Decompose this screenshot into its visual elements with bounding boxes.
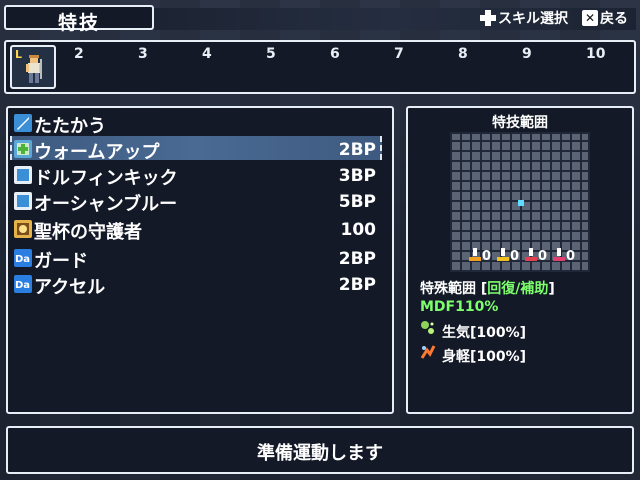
party-slot-number[interactable]: 4 — [202, 46, 212, 62]
skill-name: ガード — [34, 251, 88, 272]
skill-item-accel[interactable]: Da アクセル 2BP — [10, 273, 376, 298]
stat-value: 0 — [566, 249, 576, 264]
back-hint[interactable]: ✕ 戻る — [582, 8, 628, 28]
dpad-icon — [480, 10, 496, 26]
stat-value: 0 — [538, 249, 548, 264]
skill-name: ドルフィンキック — [34, 168, 178, 189]
party-slot-number[interactable]: 6 — [330, 46, 340, 62]
skill-item-dolphin-kick[interactable]: ドルフィンキック 3BP — [10, 164, 376, 189]
party-slot-1[interactable]: L — [10, 45, 56, 89]
atk-up-icon — [469, 248, 481, 261]
skill-name: アクセル — [34, 277, 106, 298]
party-slot-number[interactable]: 9 — [522, 46, 532, 62]
skill-cost: 100 — [340, 220, 377, 240]
effect-regen: 生気[100%] — [442, 325, 527, 341]
skill-name: オーシャンブルー — [34, 194, 178, 215]
skill-item-guard[interactable]: Da ガード 2BP — [10, 247, 376, 272]
cross-button-icon: ✕ — [582, 10, 598, 26]
skill-item-tatakau[interactable]: たたかう — [10, 112, 376, 137]
range-title: 特技範囲 — [492, 115, 548, 131]
skill-cost: 2BP — [338, 275, 376, 295]
title-window: 特技 — [4, 5, 154, 34]
sword-icon — [14, 114, 32, 132]
leader-mark: L — [15, 48, 23, 61]
special-range-line: 特殊範囲 [回復/補助] — [420, 278, 555, 298]
range-center-cell — [518, 200, 524, 206]
skill-name: 聖杯の守護者 — [34, 222, 142, 243]
party-slot-number[interactable]: 8 — [458, 46, 468, 62]
special-range-close: ] — [548, 281, 555, 297]
regen-icon — [421, 321, 434, 334]
da-icon: Da — [14, 249, 32, 267]
skill-item-warm-up[interactable]: ウォームアップ 2BP — [10, 138, 376, 163]
svg-text:Da: Da — [15, 280, 30, 291]
party-slot-number[interactable]: 7 — [394, 46, 404, 62]
special-range-value: 回復/補助 — [487, 281, 549, 297]
skill-cost: 3BP — [338, 166, 376, 186]
effect-agility: 身軽[100%] — [442, 349, 527, 365]
svg-text:Da: Da — [15, 254, 30, 265]
skill-item-grail-guardian[interactable]: 聖杯の守護者 100 — [10, 218, 377, 243]
skill-item-ocean-blue[interactable]: オーシャンブルー 5BP — [10, 190, 376, 215]
matk-up-icon — [525, 248, 537, 261]
def-up-icon — [497, 248, 509, 261]
stat-value: 0 — [510, 249, 520, 264]
message-window: 準備運動します — [6, 426, 634, 474]
skill-cost: 2BP — [338, 249, 376, 269]
plus-icon — [14, 140, 32, 158]
skill-name: ウォームアップ — [34, 142, 160, 163]
skill-square-icon — [14, 166, 32, 184]
skill-range-window: 特技範囲 0 0 0 0 特殊範囲 [回復/補助] MDF110% 生気[100… — [406, 106, 634, 414]
special-icon — [14, 220, 32, 238]
party-bar: L 2 3 4 5 6 7 8 9 10 — [4, 40, 636, 94]
party-slot-number[interactable]: 5 — [266, 46, 276, 62]
skill-description: 準備運動します — [257, 443, 383, 464]
skill-square-icon — [14, 192, 32, 210]
party-slot-number[interactable]: 3 — [138, 46, 148, 62]
skill-cost: 2BP — [338, 140, 376, 160]
page-title: 特技 — [58, 12, 101, 34]
skill-select-hint: スキル選択 — [480, 8, 568, 28]
mdf-value: MDF110% — [420, 299, 499, 315]
party-slot-number[interactable]: 10 — [586, 46, 605, 62]
back-label: 戻る — [600, 11, 628, 27]
da-icon: Da — [14, 275, 32, 293]
skill-select-label: スキル選択 — [498, 11, 568, 27]
party-slot-number[interactable]: 2 — [74, 46, 84, 62]
skill-name: たたかう — [34, 116, 106, 137]
special-range-label: 特殊範囲 [ — [420, 281, 488, 297]
agility-icon — [420, 345, 436, 359]
mdef-up-icon — [553, 248, 565, 261]
skill-cost: 5BP — [338, 192, 376, 212]
stat-value: 0 — [482, 249, 492, 264]
character-sprite-icon — [26, 55, 42, 83]
